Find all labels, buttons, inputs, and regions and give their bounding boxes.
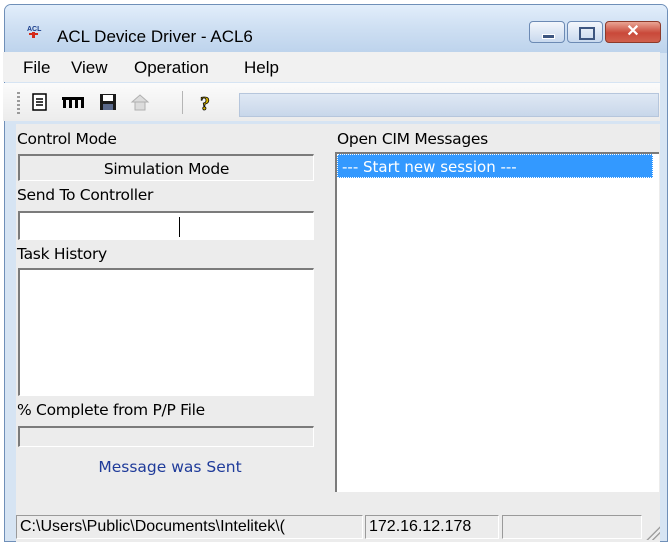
minimize-button[interactable] xyxy=(529,21,565,43)
status-path-pane: C:\Users\Public\Documents\Intelitek\( xyxy=(16,515,363,539)
send-to-controller-label: Send To Controller xyxy=(17,186,154,204)
menu-file[interactable]: File xyxy=(23,58,50,78)
document-icon[interactable] xyxy=(29,91,51,113)
menu-bar: File View Operation Help xyxy=(3,52,660,82)
close-icon: ✕ xyxy=(626,23,640,40)
resize-grip-icon[interactable] xyxy=(646,526,660,540)
svg-text:ACL: ACL xyxy=(27,26,42,33)
list-item[interactable]: --- Start new session --- xyxy=(337,154,653,178)
toolbar-grip[interactable] xyxy=(17,92,20,114)
cim-messages-list[interactable]: --- Start new session --- xyxy=(335,152,659,492)
home-icon[interactable] xyxy=(129,91,151,113)
svg-text:?: ? xyxy=(200,93,210,113)
maximize-icon xyxy=(579,27,595,40)
close-button[interactable]: ✕ xyxy=(605,21,661,43)
status-extra-pane xyxy=(502,515,642,539)
window-title: ACL Device Driver - ACL6 xyxy=(57,27,253,46)
task-history-list[interactable] xyxy=(18,268,314,396)
left-panel: Control Mode Simulation Mode Send To Con… xyxy=(16,124,324,494)
title-bar[interactable]: ACL ACL Device Driver - ACL6 ✕ xyxy=(5,5,667,53)
help-icon[interactable]: ? xyxy=(196,91,218,113)
send-to-controller-input[interactable] xyxy=(18,211,314,240)
text-cursor xyxy=(179,217,180,237)
toolbar-band xyxy=(239,93,659,117)
menu-help[interactable]: Help xyxy=(244,58,279,78)
maximize-button[interactable] xyxy=(567,21,603,43)
save-icon[interactable] xyxy=(97,91,119,113)
control-mode-value: Simulation Mode xyxy=(103,160,230,178)
task-history-label: Task History xyxy=(17,245,107,263)
acl-app-icon: ACL xyxy=(27,26,42,38)
control-mode-field: Simulation Mode xyxy=(18,154,314,181)
open-cim-messages-label: Open CIM Messages xyxy=(337,130,488,148)
percent-complete-label: % Complete from P/P File xyxy=(17,401,205,419)
status-ip-pane: 172.16.12.178 xyxy=(365,515,499,539)
toolbar-separator xyxy=(182,91,183,114)
menu-view[interactable]: View xyxy=(71,58,108,78)
menu-operation[interactable]: Operation xyxy=(134,58,209,78)
control-mode-label: Control Mode xyxy=(17,130,117,148)
status-message: Message was Sent xyxy=(98,458,242,476)
minimize-icon xyxy=(542,34,555,39)
percent-complete-progress xyxy=(18,426,314,447)
controller-icon[interactable] xyxy=(60,91,86,113)
